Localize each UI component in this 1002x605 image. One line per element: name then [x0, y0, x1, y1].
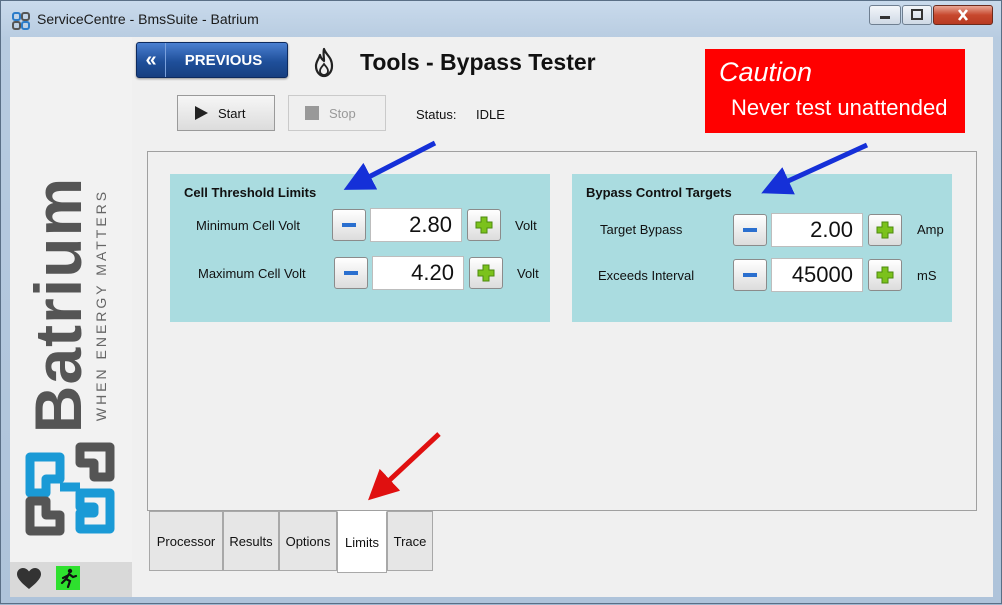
flame-icon	[314, 47, 334, 78]
tab-label: Limits	[345, 534, 379, 550]
exceeds-interval-input[interactable]: 45000	[771, 258, 863, 292]
limits-panel: Cell Threshold Limits Minimum Cell Volt …	[147, 151, 977, 511]
cell-threshold-group: Cell Threshold Limits Minimum Cell Volt …	[170, 174, 550, 322]
caution-banner: Caution Never test unattended	[705, 49, 965, 133]
caution-message: Never test unattended	[731, 95, 948, 120]
bypass-control-group: Bypass Control Targets Target Bypass 2.0…	[572, 174, 952, 322]
tab-label: Trace	[393, 533, 427, 549]
heart-icon[interactable]	[17, 568, 41, 590]
plus-icon	[876, 221, 894, 239]
status-label: Status:	[416, 107, 457, 122]
target-bypass-increment-button[interactable]	[868, 214, 902, 246]
max-cell-volt-label: Maximum Cell Volt	[198, 266, 306, 281]
exceeds-interval-label: Exceeds Interval	[598, 268, 695, 283]
window-title: ServiceCentre - BmsSuite - Batrium	[37, 11, 259, 27]
exceeds-interval-decrement-button[interactable]	[733, 259, 767, 291]
target-bypass-unit: Amp	[917, 222, 944, 237]
group-title: Cell Threshold Limits	[184, 185, 317, 200]
minus-icon	[743, 273, 757, 277]
previous-button[interactable]: « PREVIOUS	[136, 42, 288, 78]
running-man-icon	[60, 568, 78, 588]
exceeds-interval-unit: mS	[917, 268, 937, 283]
stop-icon	[303, 104, 321, 122]
close-icon	[957, 9, 969, 21]
max-cell-volt-increment-button[interactable]	[469, 257, 503, 289]
app-window: ServiceCentre - BmsSuite - Batrium Batri…	[0, 0, 1002, 604]
title-bar[interactable]: ServiceCentre - BmsSuite - Batrium	[1, 1, 1001, 37]
plus-icon	[876, 266, 894, 284]
double-chevron-left-icon: «	[137, 43, 166, 77]
start-button[interactable]: Start	[177, 95, 275, 131]
client-area: Batrium WHEN ENERGY MATTERS « PREVIOUS T…	[10, 37, 993, 597]
tab-label: Options	[285, 533, 331, 549]
brand-tagline: WHEN ENERGY MATTERS	[93, 188, 109, 422]
min-cell-volt-decrement-button[interactable]	[332, 209, 366, 241]
page-title: Tools - Bypass Tester	[360, 49, 596, 75]
max-cell-volt-unit: Volt	[517, 266, 539, 281]
sidebar: Batrium WHEN ENERGY MATTERS	[10, 37, 132, 597]
tab-label: Processor	[156, 533, 216, 549]
stop-button[interactable]: Stop	[288, 95, 386, 131]
target-bypass-label: Target Bypass	[600, 222, 683, 237]
tab-label: Results	[229, 533, 273, 549]
min-cell-volt-label: Minimum Cell Volt	[196, 218, 301, 233]
maximize-button[interactable]	[902, 5, 932, 25]
batrium-logo-icon	[25, 442, 115, 536]
plus-icon	[477, 264, 495, 282]
group-title: Bypass Control Targets	[586, 185, 732, 200]
max-cell-volt-input[interactable]: 4.20	[372, 256, 464, 290]
minimize-icon	[880, 16, 890, 19]
previous-button-label: PREVIOUS	[184, 51, 263, 69]
start-button-label: Start	[218, 105, 246, 121]
target-bypass-input[interactable]: 2.00	[771, 213, 863, 247]
minus-icon	[342, 223, 356, 227]
min-cell-volt-unit: Volt	[515, 218, 537, 233]
sidebar-footer	[10, 562, 132, 597]
min-cell-volt-increment-button[interactable]	[467, 209, 501, 241]
minimize-button[interactable]	[869, 5, 901, 25]
app-icon	[12, 12, 30, 30]
target-bypass-decrement-button[interactable]	[733, 214, 767, 246]
tab-limits[interactable]: Limits	[337, 511, 387, 573]
tab-options[interactable]: Options	[279, 511, 337, 571]
brand-logo-text: Batrium	[21, 176, 95, 434]
status-value: IDLE	[476, 107, 505, 122]
caution-title: Caution	[719, 57, 813, 87]
minus-icon	[743, 228, 757, 232]
tab-trace[interactable]: Trace	[387, 511, 433, 571]
play-icon	[192, 104, 210, 122]
stop-button-label: Stop	[329, 105, 356, 121]
minus-icon	[344, 271, 358, 275]
max-cell-volt-decrement-button[interactable]	[334, 257, 368, 289]
maximize-icon	[911, 9, 923, 20]
close-button[interactable]	[933, 5, 993, 25]
plus-icon	[475, 216, 493, 234]
tab-results[interactable]: Results	[223, 511, 279, 571]
exit-icon[interactable]	[56, 566, 80, 590]
exceeds-interval-increment-button[interactable]	[868, 259, 902, 291]
tab-processor[interactable]: Processor	[149, 511, 223, 571]
min-cell-volt-input[interactable]: 2.80	[370, 208, 462, 242]
